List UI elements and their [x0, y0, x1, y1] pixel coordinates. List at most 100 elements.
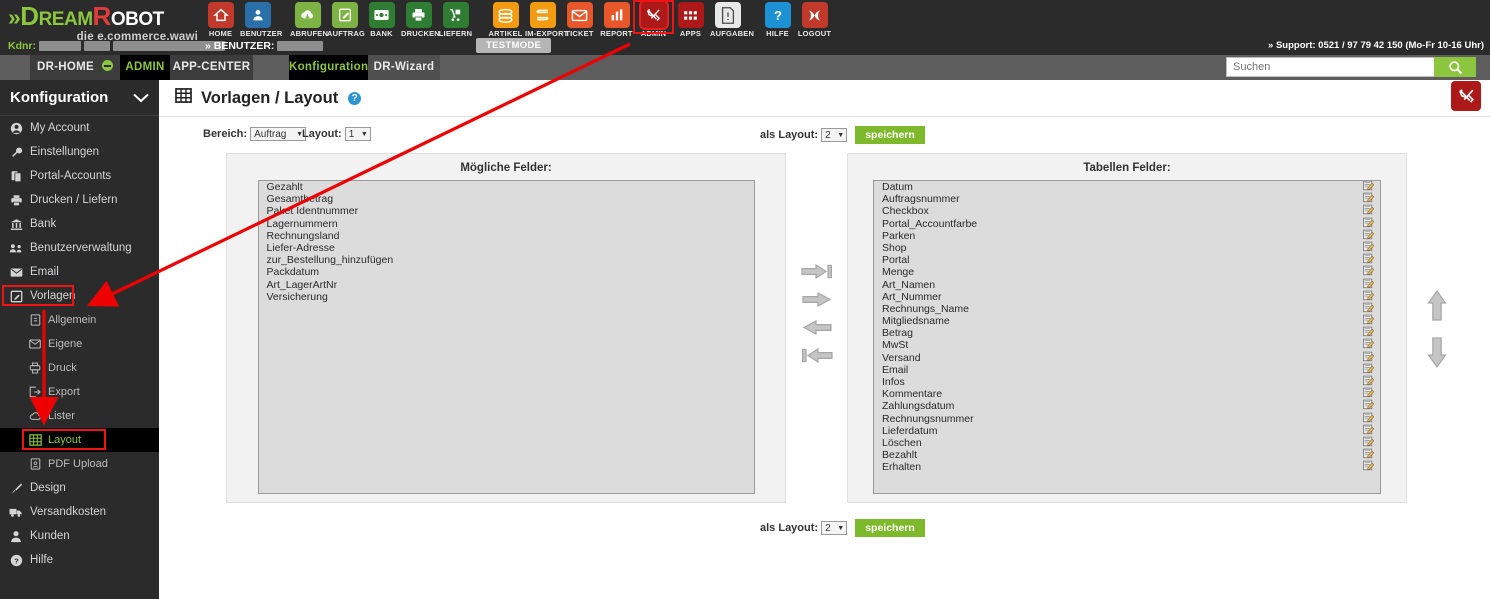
- sidebar-item-kunden[interactable]: Kunden: [0, 524, 159, 548]
- list-item[interactable]: Lagernummern: [259, 218, 754, 230]
- minus-circle-icon[interactable]: [102, 60, 114, 72]
- list-item[interactable]: Versicherung: [259, 291, 754, 303]
- edit-pencil-icon[interactable]: [1363, 460, 1375, 474]
- list-item[interactable]: Portal_Accountfarbe: [874, 217, 1380, 230]
- als-layout-select-bottom[interactable]: 2 ▼: [821, 521, 848, 535]
- nav-imexport[interactable]: IM-EXPORT: [525, 2, 568, 38]
- list-item[interactable]: Infos: [874, 375, 1380, 388]
- search-button[interactable]: [1434, 57, 1476, 77]
- move-left-icon[interactable]: [800, 319, 834, 336]
- nav-artikel[interactable]: ARTIKEL: [488, 2, 523, 38]
- nav-bank[interactable]: BANK: [364, 2, 399, 38]
- sidebar-item-layout[interactable]: Layout: [0, 428, 159, 452]
- sidebar-item-vorlagen[interactable]: Vorlagen: [0, 284, 159, 308]
- table-fields-list[interactable]: Datum Auftragsnummer Checkbox Portal_Accoun…: [873, 180, 1381, 494]
- nav-auftrag[interactable]: AUFTRAG: [327, 2, 365, 38]
- sidebar-title[interactable]: Konfiguration: [0, 80, 159, 116]
- nav-home[interactable]: HOME: [203, 2, 238, 38]
- move-down-icon[interactable]: [1426, 336, 1448, 370]
- sidebar-item-druck[interactable]: Druck: [0, 356, 159, 380]
- save-button-top[interactable]: speichern: [855, 126, 925, 144]
- sidebar-item-pdf-upload[interactable]: PDF Upload: [0, 452, 159, 476]
- nav-drucken[interactable]: DRUCKEN: [401, 2, 440, 38]
- sidebar-item-drucken-liefern[interactable]: Drucken / Liefern: [0, 188, 159, 212]
- list-item[interactable]: Packdatum: [259, 266, 754, 278]
- list-item[interactable]: Art_Namen: [874, 278, 1380, 291]
- list-item[interactable]: Betrag: [874, 326, 1380, 339]
- save-button-bottom[interactable]: speichern: [855, 519, 925, 537]
- tab-app-center[interactable]: APP-CENTER: [170, 55, 253, 80]
- list-item[interactable]: Bezahlt: [874, 448, 1380, 461]
- articles-stack-icon: [492, 2, 519, 28]
- list-item[interactable]: Gezahlt: [259, 181, 754, 193]
- sidebar-item-portal-accounts[interactable]: Portal-Accounts: [0, 164, 159, 188]
- list-item[interactable]: zur_Bestellung_hinzufügen: [259, 254, 754, 266]
- sidebar-item-design[interactable]: Design: [0, 476, 159, 500]
- nav-admin[interactable]: ADMIN: [633, 0, 674, 38]
- list-item[interactable]: Mitgliedsname: [874, 314, 1380, 327]
- list-item[interactable]: Lieferdatum: [874, 424, 1380, 437]
- list-item[interactable]: Art_LagerArtNr: [259, 279, 754, 291]
- list-item[interactable]: Erhalten: [874, 461, 1380, 473]
- list-item[interactable]: Liefer-Adresse: [259, 242, 754, 254]
- sidebar-item-my-account[interactable]: My Account: [0, 116, 159, 140]
- nav-abrufen[interactable]: ABRUFEN: [290, 2, 328, 38]
- tab-admin[interactable]: ADMIN: [120, 55, 170, 80]
- list-item[interactable]: Portal: [874, 253, 1380, 266]
- nav-aufgaben[interactable]: AUFGABEN: [710, 2, 754, 38]
- question-help-icon[interactable]: ?: [348, 91, 362, 105]
- list-item[interactable]: Löschen: [874, 436, 1380, 449]
- list-item[interactable]: Parken: [874, 229, 1380, 242]
- bereich-select[interactable]: Auftrag ▼: [250, 127, 307, 141]
- admin-tools-button[interactable]: [1451, 81, 1481, 111]
- list-item[interactable]: Shop: [874, 241, 1380, 254]
- sidebar-item-einstellungen[interactable]: Einstellungen: [0, 140, 159, 164]
- sidebar-item-allgemein[interactable]: Allgemein: [0, 308, 159, 332]
- customer-number-label: Kdnr:: [8, 40, 225, 52]
- sidebar-item-versandkosten[interactable]: Versandkosten: [0, 500, 159, 524]
- move-right-icon[interactable]: [800, 291, 834, 308]
- list-item[interactable]: MwSt: [874, 339, 1380, 351]
- sidebar-item-hilfe[interactable]: ? Hilfe: [0, 548, 159, 572]
- list-item[interactable]: Gesamtbetrag: [259, 193, 754, 205]
- sidebar-item-eigene[interactable]: Eigene: [0, 332, 159, 356]
- list-item[interactable]: Versand: [874, 351, 1380, 364]
- nav-apps[interactable]: APPS: [673, 2, 708, 38]
- nav-hilfe[interactable]: ? HILFE: [760, 2, 795, 38]
- list-item[interactable]: Rechnungs_Name: [874, 302, 1380, 315]
- list-item[interactable]: Zahlungsdatum: [874, 400, 1380, 412]
- nav-liefern[interactable]: LIEFERN: [438, 2, 473, 38]
- sidebar-item-lister[interactable]: Lister: [0, 404, 159, 428]
- list-item[interactable]: Email: [874, 363, 1380, 376]
- list-item[interactable]: Paket Identnummer: [259, 205, 754, 217]
- sidebar-item-benutzerverwaltung[interactable]: Benutzerverwaltung: [0, 236, 159, 260]
- search-icon: [1448, 60, 1462, 74]
- move-all-right-icon[interactable]: [800, 263, 834, 280]
- layout-select[interactable]: 1 ▼: [344, 127, 371, 141]
- chevron-down-icon[interactable]: [133, 90, 149, 106]
- list-item[interactable]: Rechnungsland: [259, 230, 754, 242]
- tab-dr-home[interactable]: DR-HOME: [30, 55, 120, 80]
- nav-benutzer[interactable]: BENUTZER: [240, 2, 282, 38]
- nav-report[interactable]: REPORT: [599, 2, 634, 38]
- move-up-icon[interactable]: [1426, 288, 1448, 322]
- list-item[interactable]: Art_Nummer: [874, 290, 1380, 303]
- nav-ticket[interactable]: TICKET: [562, 2, 597, 38]
- nav-logout[interactable]: LOGOUT: [797, 2, 832, 38]
- list-item[interactable]: Menge: [874, 266, 1380, 278]
- list-item[interactable]: Auftragsnummer: [874, 192, 1380, 205]
- tab-konfiguration[interactable]: Konfiguration: [289, 55, 368, 80]
- list-item[interactable]: Kommentare: [874, 387, 1380, 400]
- page-title: Vorlagen / Layout: [201, 88, 339, 107]
- list-item[interactable]: Checkbox: [874, 205, 1380, 217]
- als-layout-select-top[interactable]: 2 ▼: [821, 128, 848, 142]
- tab-dr-wizard[interactable]: DR-Wizard: [368, 55, 440, 80]
- move-all-left-icon[interactable]: [800, 347, 834, 364]
- list-item[interactable]: Rechnungsnummer: [874, 412, 1380, 425]
- sidebar-item-export[interactable]: Export: [0, 380, 159, 404]
- search-input[interactable]: [1226, 57, 1434, 77]
- sidebar-item-email[interactable]: Email: [0, 260, 159, 284]
- available-fields-list[interactable]: Gezahlt Gesamtbetrag Paket Identnummer Lage…: [257, 180, 755, 494]
- sidebar-item-bank[interactable]: Bank: [0, 212, 159, 236]
- list-item[interactable]: Datum: [874, 181, 1380, 193]
